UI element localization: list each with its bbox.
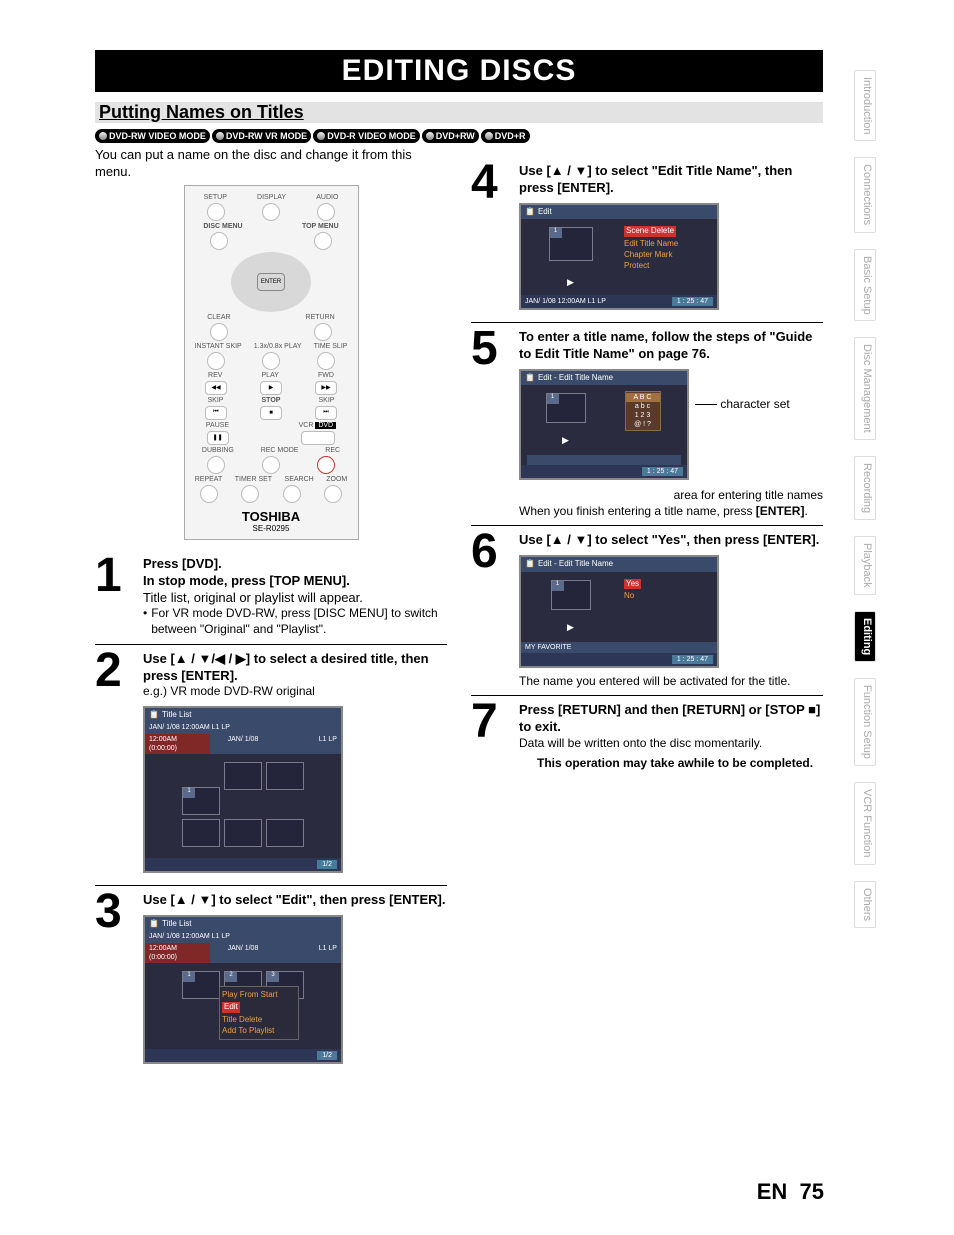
tab-others[interactable]: Others: [854, 881, 876, 928]
tab-function-setup[interactable]: Function Setup: [854, 678, 876, 766]
tab-introduction[interactable]: Introduction: [854, 70, 876, 141]
step-5: 5 To enter a title name, follow the step…: [471, 322, 823, 519]
step-1: 1 Press [DVD]. In stop mode, press [TOP …: [95, 550, 447, 638]
step-4: 4 Use [▲ / ▼] to select "Edit Title Name…: [471, 157, 823, 316]
tab-connections[interactable]: Connections: [854, 157, 876, 232]
intro-text: You can put a name on the disc and chang…: [95, 147, 447, 181]
tab-recording[interactable]: Recording: [854, 456, 876, 520]
remote-control-diagram: SETUPDISPLAYAUDIO DISC MENUTOP MENU ENTE…: [184, 185, 359, 540]
edit-screenshot: 📋Edit 1 ▶ Scene Delete Edit Title Name C…: [519, 203, 719, 310]
page-title: EDITING DISCS: [95, 50, 823, 92]
tab-editing[interactable]: Editing: [854, 611, 876, 662]
tab-playback[interactable]: Playback: [854, 536, 876, 595]
chapter-tabs: Introduction Connections Basic Setup Dis…: [854, 70, 876, 928]
page-number: EN 75: [757, 1179, 824, 1205]
dvd-format-badges: DVD-RW VIDEO MODE DVD-RW VR MODE DVD-R V…: [95, 129, 823, 143]
section-heading: Putting Names on Titles: [95, 102, 823, 123]
tab-basic-setup[interactable]: Basic Setup: [854, 249, 876, 322]
tab-disc-management[interactable]: Disc Management: [854, 337, 876, 440]
step-3: 3 Use [▲ / ▼] to select "Edit", then pre…: [95, 885, 447, 1070]
title-list-screenshot: 📋Title List JAN/ 1/08 12:00AM L1 LP 12:0…: [143, 706, 343, 873]
tab-vcr-function[interactable]: VCR Function: [854, 782, 876, 864]
edit-title-name-screenshot: 📋Edit - Edit Title Name 1 ▶ A B C a b: [519, 369, 689, 480]
edit-menu-screenshot: 📋Title List JAN/ 1/08 12:00AM L1 LP 12:0…: [143, 915, 343, 1064]
step-6: 6 Use [▲ / ▼] to select "Yes", then pres…: [471, 525, 823, 689]
yes-no-screenshot: 📋Edit - Edit Title Name 1 ▶ Yes No MY: [519, 555, 719, 668]
step-2: 2 Use [▲ / ▼/◀ / ▶] to select a desired …: [95, 644, 447, 880]
step-7: 7 Press [RETURN] and then [RETURN] or [S…: [471, 695, 823, 771]
